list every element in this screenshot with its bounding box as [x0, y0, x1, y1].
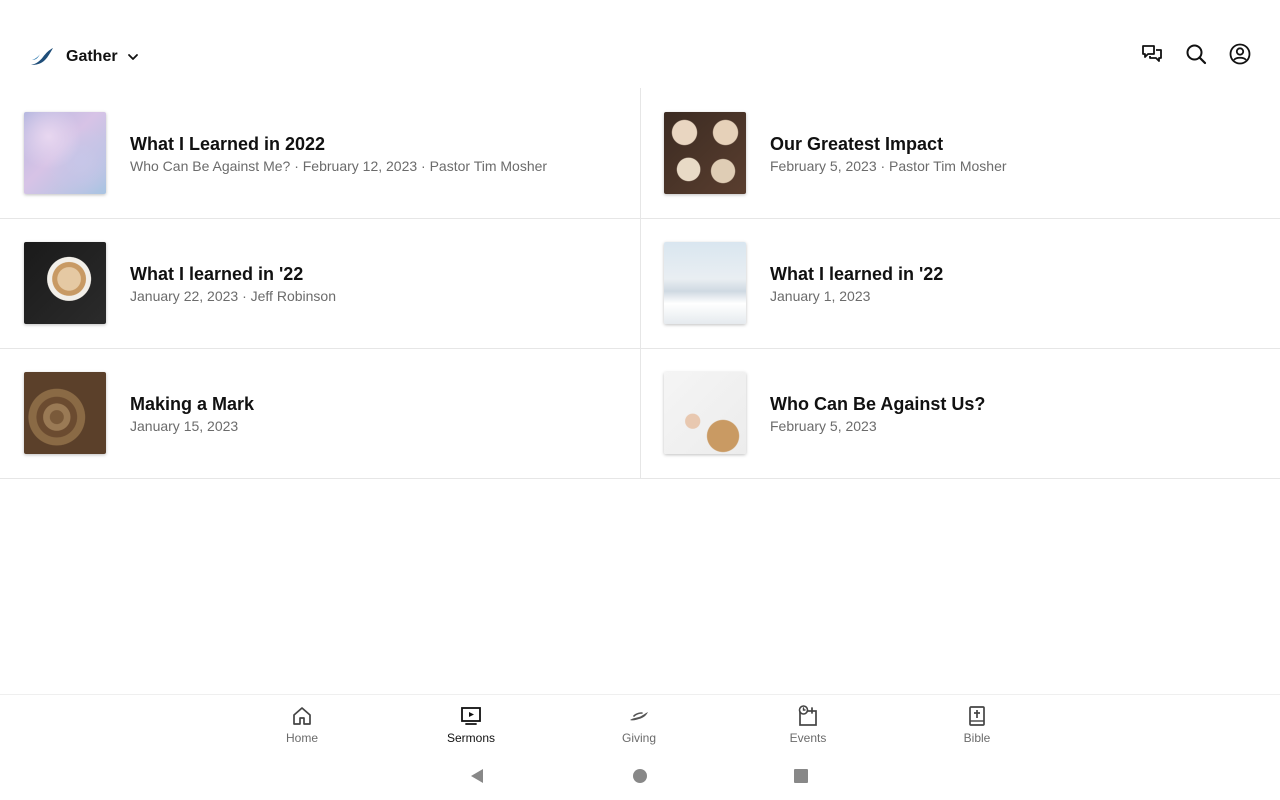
nav-bible[interactable]: Bible	[927, 705, 1027, 749]
sermon-thumbnail	[24, 112, 106, 194]
giving-icon	[630, 712, 648, 721]
nav-label: Sermons	[446, 731, 496, 745]
sermon-card[interactable]: What I learned in '22 January 22, 2023 ·…	[0, 218, 640, 348]
account-circle-icon	[1229, 43, 1251, 65]
sermon-thumbnail	[24, 242, 106, 324]
nav-sermons[interactable]: Sermons	[421, 705, 521, 749]
nav-events[interactable]: Events	[758, 705, 858, 749]
sermon-thumbnail	[664, 372, 746, 454]
sermon-meta: February 5, 2023 · Pastor Tim Mosher	[770, 158, 1007, 174]
chevron-down-icon	[127, 54, 138, 60]
gather-logo-icon	[31, 48, 53, 65]
sermon-thumbnail	[24, 372, 106, 454]
nav-home[interactable]: Home	[252, 705, 352, 749]
chat-icon	[1142, 45, 1162, 62]
sermon-title: Who Can Be Against Us?	[770, 394, 986, 414]
sermon-meta: Who Can Be Against Me? · February 12, 20…	[130, 158, 548, 174]
bottom-navigation: Home Sermons Giving Events Bible	[0, 694, 1280, 753]
sermon-grid: What I Learned in 2022 Who Can Be Agains…	[0, 88, 1280, 479]
search-icon	[1186, 44, 1207, 65]
sermon-meta: January 15, 2023	[130, 418, 239, 434]
church-switcher[interactable]: Gather	[30, 44, 140, 70]
nav-label: Giving	[621, 731, 656, 745]
recents-icon[interactable]	[793, 768, 809, 784]
column-divider	[640, 88, 641, 478]
sermon-card[interactable]: What I learned in '22 January 1, 2023	[640, 218, 1280, 348]
sermon-title: Our Greatest Impact	[770, 134, 944, 154]
back-icon[interactable]	[469, 768, 485, 784]
sermon-title: Making a Mark	[130, 394, 255, 414]
sermon-card[interactable]: Who Can Be Against Us? February 5, 2023	[640, 348, 1280, 478]
sermon-title: What I learned in '22	[130, 264, 304, 284]
nav-label: Events	[789, 731, 827, 745]
sermon-card[interactable]: Making a Mark January 15, 2023	[0, 348, 640, 478]
home-icon	[293, 707, 311, 725]
sermon-thumbnail	[664, 242, 746, 324]
sermon-meta: February 5, 2023	[770, 418, 877, 434]
sermon-card[interactable]: What I Learned in 2022 Who Can Be Agains…	[0, 88, 640, 218]
nav-label: Bible	[963, 731, 991, 745]
profile-button[interactable]	[1228, 42, 1252, 66]
search-button[interactable]	[1184, 42, 1208, 66]
sermon-thumbnail	[664, 112, 746, 194]
system-navigation-bar	[0, 752, 1280, 800]
nav-label: Home	[285, 731, 318, 745]
sermon-meta: January 22, 2023 · Jeff Robinson	[130, 288, 336, 304]
sermon-meta: January 1, 2023	[770, 288, 871, 304]
app-name: Gather	[66, 48, 118, 65]
sermon-title: What I Learned in 2022	[130, 134, 326, 154]
sermons-icon	[461, 707, 481, 725]
bible-icon	[969, 706, 985, 726]
sermon-title: What I learned in '22	[770, 264, 944, 284]
sermon-card[interactable]: Our Greatest Impact February 5, 2023 · P…	[640, 88, 1280, 218]
events-icon	[798, 705, 817, 726]
nav-giving[interactable]: Giving	[589, 705, 689, 749]
home-circle-icon[interactable]	[632, 768, 648, 784]
top-app-bar: Gather	[0, 0, 1280, 88]
messages-button[interactable]	[1140, 42, 1164, 66]
